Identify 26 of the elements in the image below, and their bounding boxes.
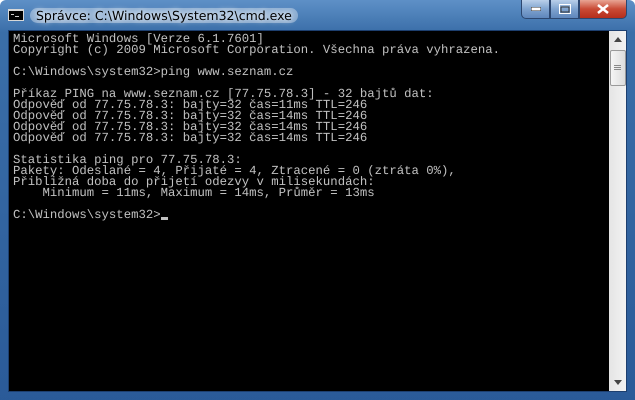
scrollbar[interactable] [609, 31, 626, 391]
console-line: C:\Windows\system32>ping www.seznam.cz [13, 67, 294, 78]
console-line: Přibližná doba do přijetí odezvy v milisekundách: [13, 177, 375, 188]
close-button[interactable] [579, 0, 627, 19]
console-line: Odpověď od 77.75.78.3: bajty=32 čas=14ms TTL=246 [13, 111, 368, 122]
console-line: Odpověď od 77.75.78.3: bajty=32 čas=14ms TTL=246 [13, 122, 368, 133]
console-line: Copyright (c) 2009 Microsoft Corporation. Všechna práva vyhrazena. [13, 45, 502, 56]
scroll-up-icon[interactable] [614, 37, 622, 42]
console-icon [8, 9, 24, 21]
maximize-button[interactable] [550, 0, 579, 19]
close-icon [597, 4, 609, 14]
command-prompt: C:\Windows\system32> [13, 210, 161, 221]
minimize-button[interactable] [521, 0, 550, 19]
console-line: Minimum = 11ms, Maximum = 14ms, Průměr = 13ms [42, 188, 376, 199]
scroll-thumb[interactable] [610, 50, 626, 86]
console-line: Odpověď od 77.75.78.3: bajty=32 čas=11ms TTL=246 [13, 100, 368, 111]
grip-icon [614, 65, 621, 71]
console-line: Pakety: Odeslané = 4, Přijaté = 4, Ztracené = 0 (ztráta 0%), [13, 166, 457, 177]
console-line: Odpověď od 77.75.78.3: bajty=32 čas=14ms TTL=246 [13, 133, 368, 144]
cursor-icon [160, 217, 168, 220]
scroll-down-icon[interactable] [614, 380, 622, 385]
console-line: Statistika ping pro 77.75.78.3: [13, 155, 243, 166]
console-line: Příkaz PING na www.seznam.cz [77.75.78.3] - 32 bajtů dat: [13, 89, 435, 100]
minimize-icon [530, 7, 540, 11]
console-line: Microsoft Windows [Verze 6.1.7601] [13, 34, 264, 45]
maximize-icon [558, 4, 570, 14]
